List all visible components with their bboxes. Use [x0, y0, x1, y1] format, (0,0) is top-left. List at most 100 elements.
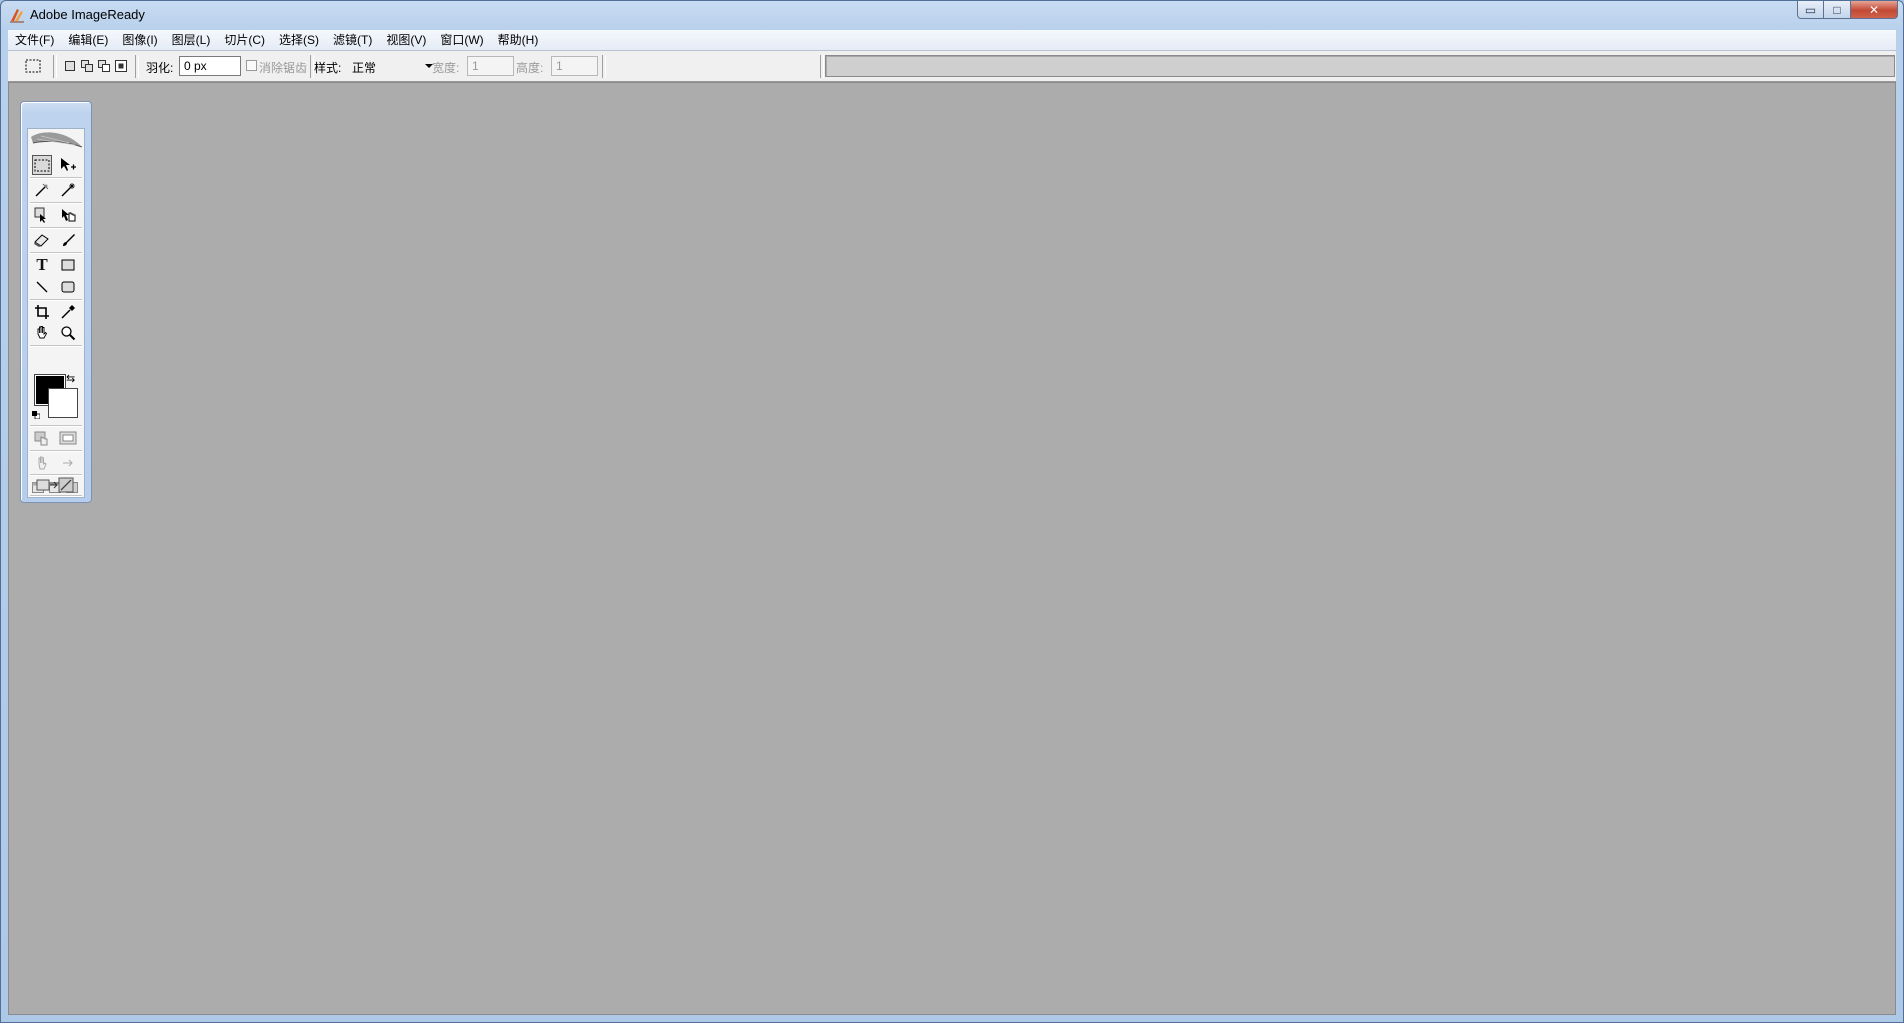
- style-select-value: 正常: [352, 61, 377, 75]
- maximize-icon: □: [1833, 2, 1841, 17]
- window-controls: ▭ □ ✕: [1797, 1, 1898, 19]
- image-map-icon: [34, 431, 48, 446]
- add-to-selection-icon[interactable]: [81, 60, 93, 72]
- menu-filter[interactable]: 滤镜(T): [326, 30, 379, 50]
- crop-icon: [35, 305, 49, 319]
- menu-image[interactable]: 图像(I): [115, 30, 164, 50]
- app-window: Adobe ImageReady ▭ □ ✕ 文件(F) 编辑(E) 图像(I)…: [0, 0, 1904, 1023]
- move-arrow-icon: [61, 158, 76, 171]
- crop-tool[interactable]: [32, 302, 52, 322]
- window-title: Adobe ImageReady: [30, 7, 145, 22]
- jump-to-photoshop-icon: [36, 477, 74, 493]
- separator: [30, 425, 82, 427]
- slice-icon: [34, 207, 46, 223]
- rollover-hand-icon: [38, 456, 47, 470]
- rounded-rectangle-icon: [61, 281, 75, 293]
- menu-view[interactable]: 视图(V): [379, 30, 433, 50]
- lasso-tool[interactable]: [32, 180, 52, 200]
- separator: [30, 495, 82, 497]
- antialias-checkbox[interactable]: [246, 60, 257, 71]
- minimize-icon: ▭: [1804, 2, 1817, 17]
- menu-select[interactable]: 选择(S): [272, 30, 326, 50]
- hand-pointer-icon: [62, 209, 76, 222]
- workspace[interactable]: T ⇆: [8, 82, 1896, 1015]
- preview-in-browser-tool[interactable]: [58, 453, 78, 473]
- width-input[interactable]: [467, 56, 514, 76]
- magic-wand-tool[interactable]: [58, 180, 78, 200]
- minimize-button[interactable]: ▭: [1797, 1, 1824, 19]
- line-icon: [36, 281, 48, 293]
- arrow-right-icon: [63, 459, 73, 467]
- image-map-tool[interactable]: [32, 428, 52, 448]
- style-label: 样式:: [314, 61, 342, 75]
- image-map-visibility-icon: [59, 431, 77, 445]
- separator: [30, 450, 82, 452]
- separator: [602, 55, 606, 78]
- swap-colors-icon[interactable]: ⇆: [66, 372, 75, 385]
- jump-to-photoshop-button[interactable]: [33, 475, 77, 495]
- magnifier-icon: [61, 326, 76, 341]
- slice-tool[interactable]: [32, 205, 52, 225]
- separator: [30, 345, 82, 347]
- type-tool-icon: T: [36, 255, 48, 274]
- slice-select-tool[interactable]: [58, 205, 78, 225]
- background-color-swatch[interactable]: [48, 388, 78, 418]
- intersect-selection-icon[interactable]: [115, 60, 127, 72]
- close-icon: ✕: [1868, 2, 1880, 17]
- default-colors-icon[interactable]: [32, 411, 40, 419]
- eraser-icon: [34, 234, 49, 247]
- toolbox-tools: T ⇆: [27, 128, 85, 498]
- maximize-button[interactable]: □: [1824, 1, 1851, 19]
- separator: [30, 202, 82, 204]
- rectangle-icon: [61, 259, 75, 271]
- separator: [53, 55, 57, 78]
- menu-window[interactable]: 窗口(W): [433, 30, 490, 50]
- close-button[interactable]: ✕: [1851, 1, 1898, 19]
- separator: [30, 299, 82, 301]
- menu-edit[interactable]: 编辑(E): [61, 30, 115, 50]
- feather-input[interactable]: [179, 56, 241, 76]
- width-label: 宽度:: [432, 61, 460, 75]
- subtract-from-selection-icon[interactable]: [98, 60, 110, 72]
- menu-file[interactable]: 文件(F): [8, 30, 61, 50]
- rectangle-marquee-tool[interactable]: [32, 155, 52, 175]
- rect-marquee-icon: [34, 159, 50, 171]
- eyedropper-icon: [61, 305, 75, 319]
- paintbrush-icon: [63, 234, 75, 246]
- menu-layer[interactable]: 图层(L): [165, 30, 218, 50]
- antialias-label: 消除锯齿: [259, 61, 308, 75]
- toolbox-panel[interactable]: T ⇆: [20, 101, 92, 503]
- height-input[interactable]: [551, 56, 598, 76]
- palette-well[interactable]: [825, 55, 1895, 77]
- new-selection-icon[interactable]: [64, 60, 76, 72]
- feather-logo-icon[interactable]: [29, 129, 84, 153]
- separator: [30, 252, 82, 254]
- rectangle-shape-tool[interactable]: [58, 255, 78, 275]
- menu-bar: 文件(F) 编辑(E) 图像(I) 图层(L) 切片(C) 选择(S) 滤镜(T…: [8, 30, 1896, 51]
- toggle-image-map-visibility[interactable]: [58, 428, 78, 448]
- separator: [30, 177, 82, 179]
- line-tool[interactable]: [32, 277, 52, 297]
- title-bar[interactable]: Adobe ImageReady ▭ □ ✕: [1, 1, 1903, 29]
- type-tool[interactable]: T: [32, 255, 52, 275]
- hand-icon: [37, 326, 48, 339]
- eraser-tool[interactable]: [32, 230, 52, 250]
- hand-tool[interactable]: [32, 323, 52, 343]
- rounded-rectangle-tool[interactable]: [58, 277, 78, 297]
- paintbrush-tool[interactable]: [58, 230, 78, 250]
- menu-slices[interactable]: 切片(C): [217, 30, 272, 50]
- move-tool[interactable]: [58, 155, 78, 175]
- menu-help[interactable]: 帮助(H): [491, 30, 546, 50]
- rect-marquee-preset-icon[interactable]: [24, 58, 42, 74]
- options-bar: 羽化: 消除锯齿 样式: 正常 宽度: 高度:: [8, 51, 1896, 82]
- magic-wand-icon: [61, 183, 75, 197]
- style-select[interactable]: 正常: [348, 56, 436, 76]
- height-label: 高度:: [516, 61, 544, 75]
- preview-document-tool[interactable]: [32, 453, 52, 473]
- zoom-tool[interactable]: [58, 323, 78, 343]
- feather-label: 羽化:: [146, 61, 174, 75]
- separator: [30, 227, 82, 229]
- separator: [820, 55, 824, 78]
- imageready-logo-icon: [10, 9, 24, 23]
- eyedropper-tool[interactable]: [58, 302, 78, 322]
